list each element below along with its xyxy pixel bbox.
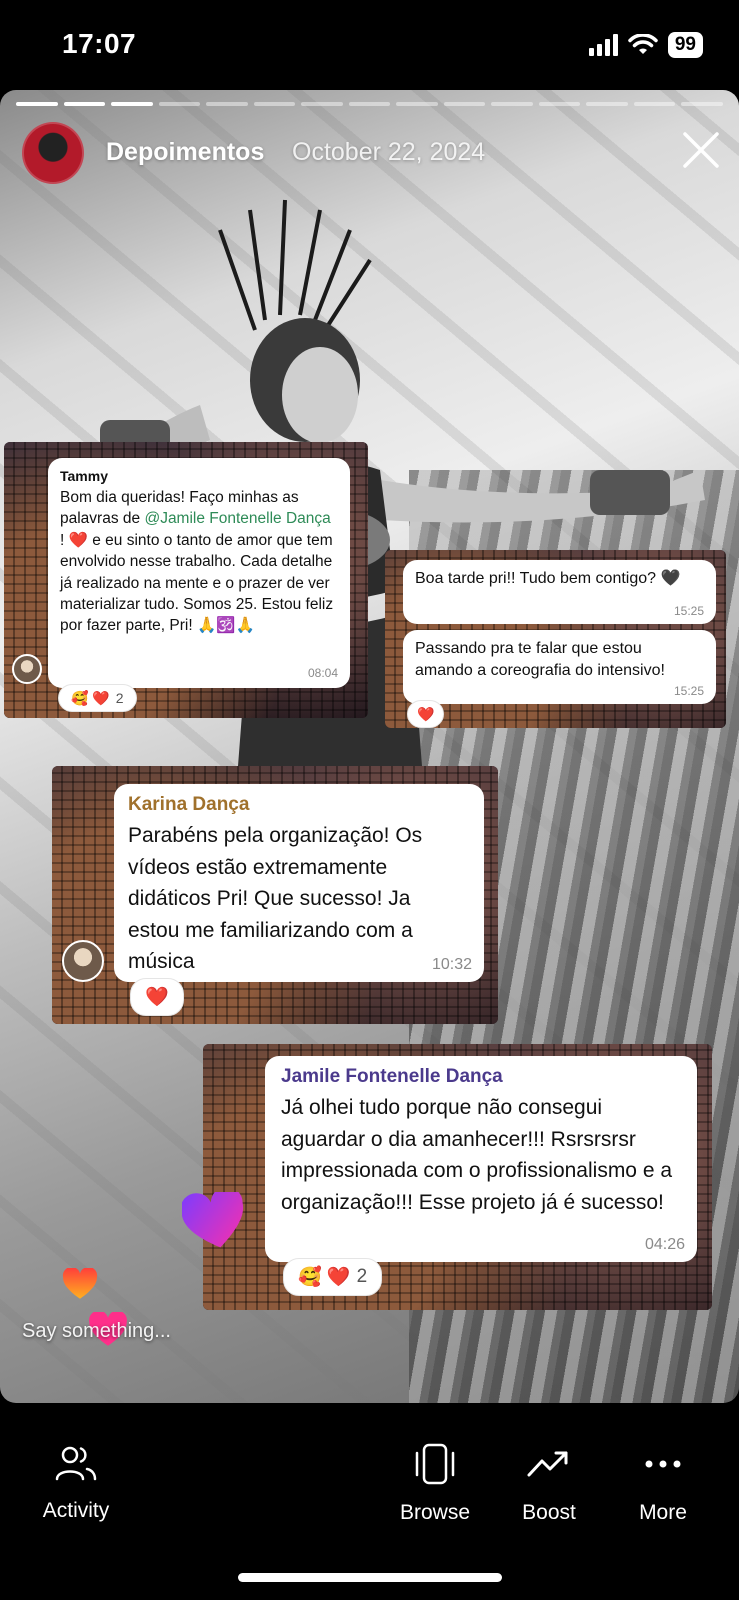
message-text: Passando pra te falar que estou amando a… (415, 640, 665, 680)
progress-segment (538, 102, 581, 106)
message-time: 15:25 (673, 684, 704, 698)
mention-link: @Jamile Fontenelle Dança (144, 510, 331, 528)
progress-segment (681, 102, 723, 106)
bottom-nav: Activity Browse Boost More (0, 1403, 739, 1600)
message-sender: Jamile Fontenelle Dança (281, 1066, 503, 1087)
message-bubble: Jamile Fontenelle Dança Já olhei tudo po… (265, 1056, 697, 1262)
message-text-part: ! ❤️ e eu sinto o tanto de amor que tem … (60, 531, 334, 635)
progress-segment (253, 102, 296, 106)
message-text: Bom dia queridas! Faço minhas as palavra… (60, 487, 338, 637)
reaction-emojis: ❤️ (145, 987, 169, 1008)
message-time: 08:04 (307, 666, 338, 680)
floating-heart-icon (182, 1192, 244, 1248)
story-progress-bar (16, 102, 723, 106)
progress-segment (16, 102, 58, 106)
status-icons: 99 (588, 32, 703, 58)
message-time: 10:32 (431, 956, 472, 973)
message-text: Boa tarde pri!! Tudo bem contigo? 🖤 (415, 570, 681, 587)
nav-label: More (639, 1501, 687, 1524)
nav-browse[interactable]: Browse (375, 1443, 495, 1525)
progress-segment (158, 102, 201, 106)
reaction-pill: ❤️ (130, 978, 184, 1016)
progress-segment (206, 102, 248, 106)
nav-label: Activity (42, 1499, 110, 1522)
message-time: 04:26 (644, 1236, 685, 1253)
story-date: October 22, 2024 (292, 138, 486, 166)
cellular-signal-icon (588, 34, 618, 56)
progress-segment (348, 102, 391, 106)
progress-segment (63, 102, 106, 106)
progress-segment (396, 102, 438, 106)
floating-heart-icon (62, 1268, 98, 1299)
trending-up-icon (527, 1451, 568, 1477)
progress-segment (633, 102, 676, 106)
status-time: 17:07 (62, 28, 137, 59)
people-icon (55, 1446, 97, 1481)
message-bubble: Karina Dança Parabéns pela organização! … (114, 784, 484, 982)
reaction-emojis: 🥰 ❤️ (71, 689, 110, 706)
reaction-emojis: 🥰 ❤️ (298, 1267, 351, 1288)
message-bubble: Tammy Bom dia queridas! Faço minhas as p… (48, 458, 350, 688)
status-bar: 17:07 99 (0, 0, 739, 90)
message-sender: Karina Dança (128, 794, 250, 815)
nav-more[interactable]: More (603, 1443, 723, 1525)
account-avatar[interactable] (22, 122, 84, 184)
screenshot-card-jamile: Jamile Fontenelle Dança Já olhei tudo po… (203, 1044, 712, 1310)
wifi-icon (628, 34, 658, 54)
progress-segment (491, 102, 533, 106)
screenshot-card-pri: Boa tarde pri!! Tudo bem contigo? 🖤 15:2… (385, 550, 726, 728)
nav-label: Boost (522, 1501, 576, 1524)
account-name[interactable]: Depoimentos (106, 138, 264, 167)
progress-segment (301, 102, 343, 106)
screenshot-card-karina: Karina Dança Parabéns pela organização! … (52, 766, 498, 1024)
nav-label: Browse (399, 1501, 471, 1524)
close-icon[interactable] (681, 130, 721, 170)
screenshot-card-tammy: Tammy Bom dia queridas! Faço minhas as p… (4, 442, 368, 718)
message-bubble: Boa tarde pri!! Tudo bem contigo? 🖤 15:2… (403, 560, 716, 624)
reaction-count: 2 (356, 1266, 368, 1287)
progress-segment (443, 102, 486, 106)
story-viewer[interactable]: Depoimentos October 22, 2024 Tammy Bom d… (0, 90, 739, 1403)
message-text: Parabéns pela organização! Os vídeos est… (128, 824, 423, 973)
reaction-count: 2 (115, 690, 124, 706)
reaction-pill: 🥰 ❤️ 2 (283, 1258, 383, 1296)
message-sender: Tammy (60, 468, 108, 484)
reaction-emojis: ❤️ (417, 705, 435, 722)
nav-activity[interactable]: Activity (16, 1443, 136, 1523)
message-time: 15:25 (673, 604, 704, 618)
home-indicator (238, 1573, 502, 1582)
message-text: Já olhei tudo porque não consegui aguard… (281, 1096, 673, 1214)
sender-avatar (12, 654, 42, 684)
browse-icon (415, 1443, 455, 1485)
progress-segment (586, 102, 628, 106)
nav-boost[interactable]: Boost (489, 1443, 609, 1525)
message-bubble: Passando pra te falar que estou amando a… (403, 630, 716, 704)
more-dots-icon (645, 1460, 681, 1468)
reaction-pill: 🥰 ❤️ 2 (58, 684, 137, 712)
progress-segment (111, 102, 153, 106)
sender-avatar (62, 940, 104, 982)
reaction-pill: ❤️ (407, 700, 445, 728)
reply-input[interactable]: Say something... (22, 1320, 171, 1343)
battery-indicator: 99 (667, 32, 703, 58)
